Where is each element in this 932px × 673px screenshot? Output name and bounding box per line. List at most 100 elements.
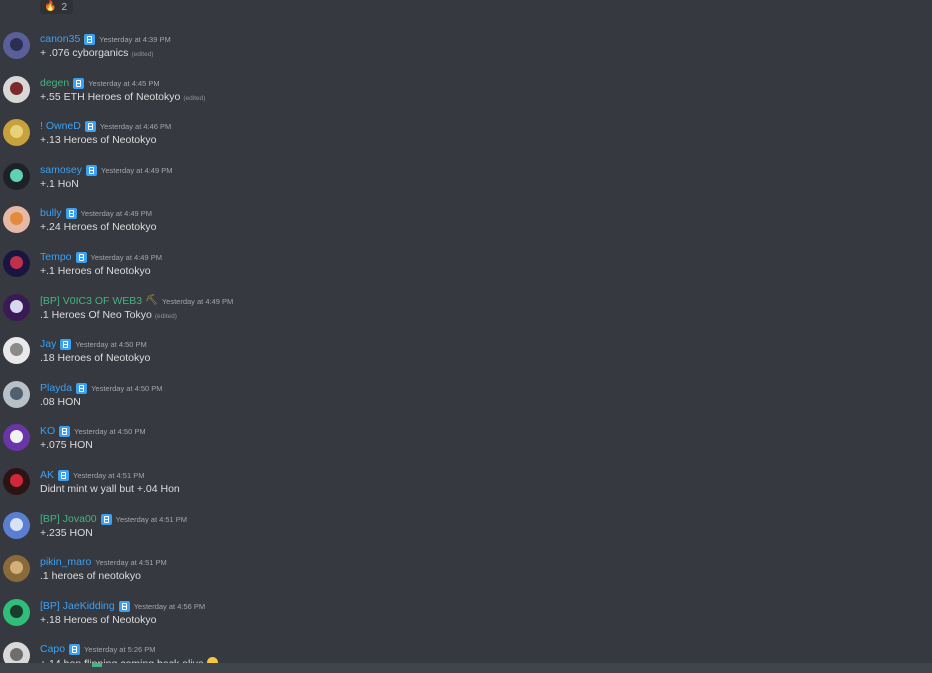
- avatar[interactable]: [3, 468, 30, 495]
- timestamp[interactable]: Yesterday at 4:49 PM: [162, 297, 233, 306]
- role-badge-icon[interactable]: [100, 513, 112, 525]
- avatar[interactable]: [3, 163, 30, 190]
- message-row[interactable]: degen Yesterday at 4:45 PM +.55 ETH Heroes…: [0, 76, 932, 116]
- timestamp[interactable]: Yesterday at 4:49 PM: [101, 166, 172, 175]
- message-content: .1 Heroes Of Neo Tokyo (edited): [40, 309, 177, 321]
- message-content: + .076 cyborganics (edited): [40, 47, 153, 59]
- role-badge-icon[interactable]: [84, 120, 96, 132]
- role-badge-icon[interactable]: [84, 33, 96, 45]
- timestamp[interactable]: Yesterday at 4:51 PM: [73, 471, 144, 480]
- message-row[interactable]: bully Yesterday at 4:49 PM +.24 Heroes of …: [0, 206, 932, 246]
- role-badge-icon[interactable]: [59, 425, 71, 437]
- avatar[interactable]: [3, 599, 30, 626]
- avatar[interactable]: [3, 381, 30, 408]
- username[interactable]: Playda: [40, 382, 72, 394]
- username[interactable]: ! OwneD: [40, 120, 81, 132]
- timestamp[interactable]: Yesterday at 4:50 PM: [91, 384, 162, 393]
- message-row[interactable]: samosey Yesterday at 4:49 PM +.1 HoN: [0, 163, 932, 203]
- timestamp[interactable]: Yesterday at 4:39 PM: [99, 35, 170, 44]
- message-text: Didnt mint w yall but +.04 Hon: [40, 483, 180, 495]
- message-content: +.24 Heroes of Neotokyo: [40, 221, 156, 233]
- timestamp[interactable]: Yesterday at 4:49 PM: [81, 209, 152, 218]
- message-row[interactable]: [BP] JaeKidding Yesterday at 4:56 PM +.18 …: [0, 599, 932, 639]
- username[interactable]: canon35: [40, 33, 80, 45]
- avatar[interactable]: [3, 555, 30, 582]
- username[interactable]: [BP] Jova00: [40, 513, 97, 525]
- message-content: +.235 HON: [40, 527, 93, 539]
- username[interactable]: bully: [40, 207, 62, 219]
- username[interactable]: [BP] V0IC3 OF WEB3: [40, 295, 142, 307]
- username[interactable]: samosey: [40, 164, 82, 176]
- timestamp[interactable]: Yesterday at 4:51 PM: [116, 515, 187, 524]
- message-text: +.1 Heroes of Neotokyo: [40, 265, 151, 277]
- reaction-pill[interactable]: 🔥 2: [40, 0, 74, 14]
- avatar-face: [10, 82, 23, 95]
- avatar[interactable]: [3, 337, 30, 364]
- edited-label: (edited): [154, 313, 177, 320]
- username[interactable]: degen: [40, 77, 69, 89]
- avatar[interactable]: [3, 250, 30, 277]
- username[interactable]: pikin_maro: [40, 556, 91, 568]
- username[interactable]: KO: [40, 425, 55, 437]
- message-header: samosey Yesterday at 4:49 PM: [40, 163, 172, 177]
- username[interactable]: AK: [40, 469, 54, 481]
- fire-emoji-icon: 🔥: [44, 1, 57, 12]
- timestamp[interactable]: Yesterday at 4:46 PM: [100, 122, 171, 131]
- message-header: [BP] V0IC3 OF WEB3 ⛏ Yesterday at 4:49 PM: [40, 294, 233, 308]
- avatar[interactable]: [3, 206, 30, 233]
- edited-label: (edited): [131, 51, 154, 58]
- timestamp[interactable]: Yesterday at 4:51 PM: [95, 558, 166, 567]
- timestamp[interactable]: Yesterday at 4:56 PM: [134, 602, 205, 611]
- message-row[interactable]: canon35 Yesterday at 4:39 PM + .076 cyborg…: [0, 32, 932, 72]
- avatar[interactable]: [3, 512, 30, 539]
- message-row[interactable]: Tempo Yesterday at 4:49 PM +.1 Heroes of N…: [0, 250, 932, 290]
- message-row[interactable]: AK Yesterday at 4:51 PM Didnt mint w yall …: [0, 468, 932, 508]
- role-badge-icon[interactable]: [118, 600, 130, 612]
- role-badge-icon[interactable]: [75, 251, 87, 263]
- avatar[interactable]: [3, 424, 30, 451]
- message-text: + .076 cyborganics: [40, 47, 129, 59]
- avatar[interactable]: [3, 294, 30, 321]
- role-badge-icon[interactable]: [58, 469, 70, 481]
- message-content: .08 HON: [40, 396, 81, 408]
- pickaxe-icon[interactable]: ⛏: [145, 296, 158, 306]
- avatar[interactable]: [3, 32, 30, 59]
- role-badge-icon[interactable]: [60, 338, 72, 350]
- role-badge-icon[interactable]: [76, 382, 88, 394]
- username[interactable]: Tempo: [40, 251, 72, 263]
- avatar-face: [10, 605, 23, 618]
- message-text: .1 Heroes Of Neo Tokyo: [40, 309, 152, 321]
- message-header: KO Yesterday at 4:50 PM: [40, 424, 146, 438]
- message-row[interactable]: KO Yesterday at 4:50 PM +.075 HON: [0, 424, 932, 464]
- avatar-face: [10, 256, 23, 269]
- role-badge-icon[interactable]: [69, 643, 81, 655]
- avatar[interactable]: [3, 76, 30, 103]
- role-badge-icon[interactable]: [86, 164, 98, 176]
- message-row[interactable]: Jay Yesterday at 4:50 PM .18 Heroes of Neo…: [0, 337, 932, 377]
- timestamp[interactable]: Yesterday at 4:45 PM: [88, 79, 159, 88]
- message-text: +.1 HoN: [40, 178, 79, 190]
- message-text: .18 Heroes of Neotokyo: [40, 352, 151, 364]
- username[interactable]: [BP] JaeKidding: [40, 600, 115, 612]
- role-badge-icon[interactable]: [73, 77, 85, 89]
- message-header: Capo Yesterday at 5:26 PM: [40, 642, 156, 656]
- message-header: degen Yesterday at 4:45 PM: [40, 76, 160, 90]
- message-list[interactable]: 🔥 2 canon35 Yesterday at 4:39 PM + .076 cy…: [0, 0, 932, 673]
- timestamp[interactable]: Yesterday at 4:49 PM: [91, 253, 162, 262]
- username[interactable]: Jay: [40, 338, 56, 350]
- message-text: +.18 Heroes of Neotokyo: [40, 614, 157, 626]
- timestamp[interactable]: Yesterday at 5:26 PM: [84, 645, 155, 654]
- message-row[interactable]: [BP] Jova00 Yesterday at 4:51 PM +.235 HON: [0, 512, 932, 552]
- timestamp[interactable]: Yesterday at 4:50 PM: [75, 340, 146, 349]
- edited-label: (edited): [183, 95, 206, 102]
- avatar-face: [10, 387, 23, 400]
- timestamp[interactable]: Yesterday at 4:50 PM: [74, 427, 145, 436]
- avatar[interactable]: [3, 119, 30, 146]
- message-row[interactable]: ! OwneD Yesterday at 4:46 PM +.13 Heroes o…: [0, 119, 932, 159]
- message-row[interactable]: [BP] V0IC3 OF WEB3 ⛏ Yesterday at 4:49 PM.…: [0, 294, 932, 334]
- role-badge-icon[interactable]: [65, 207, 77, 219]
- message-row[interactable]: pikin_maro Yesterday at 4:51 PM .1 heroes …: [0, 555, 932, 595]
- username[interactable]: Capo: [40, 643, 65, 655]
- message-row[interactable]: Playda Yesterday at 4:50 PM .08 HON: [0, 381, 932, 421]
- message-composer[interactable]: [0, 663, 932, 673]
